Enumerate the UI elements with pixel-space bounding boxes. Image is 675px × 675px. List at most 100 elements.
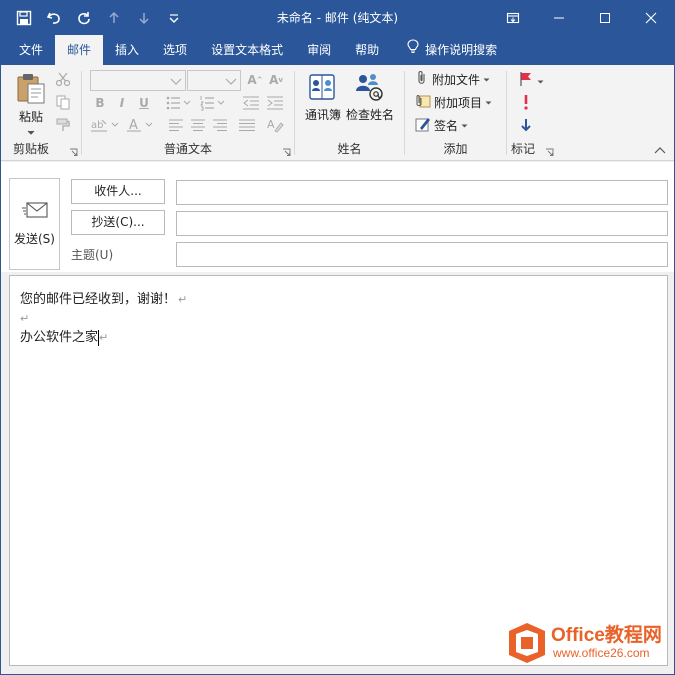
send-button[interactable]: 发送(S) bbox=[9, 178, 60, 270]
attach-file-button[interactable]: 附加文件 bbox=[415, 69, 490, 89]
check-names-icon bbox=[354, 71, 386, 106]
tell-me-search[interactable]: 操作说明搜索 bbox=[391, 35, 509, 65]
redo-icon[interactable] bbox=[71, 5, 97, 31]
check-names-label: 检查姓名 bbox=[345, 108, 394, 122]
decrease-indent-icon[interactable] bbox=[242, 95, 260, 114]
office-logo-icon bbox=[507, 622, 547, 667]
maximize-icon[interactable] bbox=[582, 1, 628, 35]
send-envelope-icon bbox=[21, 201, 48, 222]
justify-icon[interactable] bbox=[238, 118, 256, 135]
cut-icon[interactable] bbox=[55, 71, 71, 90]
follow-up-flag-button[interactable] bbox=[519, 71, 544, 90]
basic-text-launcher-icon[interactable] bbox=[282, 146, 291, 156]
attach-file-label: 附加文件 bbox=[432, 72, 481, 87]
highlight-icon[interactable]: ab bbox=[90, 117, 120, 136]
grow-font-icon[interactable]: A ^ bbox=[245, 70, 265, 90]
svg-text:ab: ab bbox=[91, 120, 103, 131]
bold-icon[interactable]: B bbox=[90, 93, 110, 113]
check-names-button[interactable]: 检查姓名 bbox=[345, 71, 395, 123]
align-left-icon[interactable] bbox=[168, 118, 184, 135]
align-center-icon[interactable] bbox=[190, 118, 206, 135]
tell-me-label: 操作说明搜索 bbox=[425, 43, 498, 57]
chevron-down-icon bbox=[225, 75, 237, 89]
tab-options[interactable]: 选项 bbox=[151, 35, 199, 65]
tab-help[interactable]: 帮助 bbox=[343, 35, 391, 65]
paste-dropdown-icon[interactable] bbox=[27, 125, 35, 139]
signature-button[interactable]: 签名 bbox=[415, 115, 468, 135]
chevron-down-icon bbox=[170, 75, 182, 89]
to-button[interactable]: 收件人... bbox=[71, 179, 165, 204]
subject-field[interactable] bbox=[176, 242, 668, 267]
italic-icon[interactable]: I bbox=[112, 93, 132, 113]
undo-icon[interactable] bbox=[41, 5, 67, 31]
chevron-down-icon bbox=[461, 118, 468, 132]
font-name-combobox[interactable] bbox=[90, 70, 186, 91]
chevron-down-icon bbox=[485, 95, 492, 109]
font-color-icon[interactable]: A bbox=[126, 117, 156, 136]
basic-text-group: A ^ Av B I U ab A A 普通文本 bbox=[82, 65, 294, 161]
attach-item-icon bbox=[415, 93, 431, 112]
to-field[interactable] bbox=[176, 180, 668, 205]
low-importance-icon[interactable] bbox=[520, 118, 532, 135]
include-group: 附加文件 附加项目 签名 添加 bbox=[405, 65, 506, 161]
up-arrow-icon[interactable] bbox=[101, 5, 127, 31]
shrink-font-icon[interactable]: Av bbox=[266, 70, 286, 90]
format-painter-icon[interactable] bbox=[55, 117, 71, 136]
tags-launcher-icon[interactable] bbox=[545, 146, 554, 156]
paragraph-mark-icon: ↵ bbox=[178, 293, 188, 306]
body-line: 您的邮件已经收到，谢谢！ ↵ bbox=[20, 290, 657, 309]
office26-watermark: Office教程网 www.office26.com bbox=[507, 618, 667, 668]
close-icon[interactable] bbox=[628, 1, 674, 35]
chevron-down-icon bbox=[483, 72, 490, 86]
paragraph-mark-icon: ↵ bbox=[20, 312, 30, 325]
tab-insert[interactable]: 插入 bbox=[103, 35, 151, 65]
paste-button[interactable]: 粘贴 bbox=[11, 71, 51, 139]
tab-review[interactable]: 审阅 bbox=[295, 35, 343, 65]
align-right-icon[interactable] bbox=[212, 118, 228, 135]
clipboard-launcher-icon[interactable] bbox=[69, 146, 78, 156]
title-bar: 未命名 - 邮件 (纯文本) bbox=[1, 1, 674, 35]
cc-field[interactable] bbox=[176, 211, 668, 236]
address-book-button[interactable]: 通讯簿 bbox=[303, 71, 343, 123]
send-label: 发送(S) bbox=[14, 232, 55, 246]
ribbon: 粘贴 剪贴板 A ^ A v B I U ab A A 普通文本 通讯簿 检查姓… bbox=[1, 65, 674, 161]
window-controls bbox=[490, 1, 674, 35]
tab-format-text[interactable]: 设置文本格式 bbox=[199, 35, 295, 65]
paste-label: 粘贴 bbox=[18, 110, 43, 124]
basic-text-group-label: 普通文本 bbox=[163, 142, 212, 156]
lightbulb-icon bbox=[407, 35, 419, 65]
body-line-text: 您的邮件已经收到，谢谢！ bbox=[20, 292, 177, 307]
tab-file[interactable]: 文件 bbox=[7, 35, 55, 65]
body-line-text: 办公软件之家 bbox=[20, 330, 99, 345]
message-body-editor[interactable]: 您的邮件已经收到，谢谢！ ↵ ↵ 办公软件之家↵ bbox=[9, 275, 668, 666]
down-arrow-icon[interactable] bbox=[131, 5, 157, 31]
numbering-icon[interactable] bbox=[200, 95, 226, 114]
underline-icon[interactable]: U bbox=[134, 93, 154, 113]
names-group-label: 姓名 bbox=[337, 142, 362, 156]
bullets-icon[interactable] bbox=[166, 95, 192, 114]
attach-item-label: 附加项目 bbox=[434, 95, 483, 110]
save-icon[interactable] bbox=[11, 5, 37, 31]
cc-button[interactable]: 抄送(C)... bbox=[71, 210, 165, 235]
body-line: 办公软件之家↵ bbox=[20, 328, 657, 347]
flag-icon bbox=[519, 71, 533, 90]
paperclip-icon bbox=[415, 70, 429, 89]
font-size-combobox[interactable] bbox=[187, 70, 241, 91]
names-group: 通讯簿 检查姓名 姓名 bbox=[295, 65, 404, 161]
copy-icon[interactable] bbox=[55, 94, 71, 113]
body-line: ↵ bbox=[20, 309, 657, 328]
customize-qat-icon[interactable] bbox=[161, 5, 187, 31]
minimize-icon[interactable] bbox=[536, 1, 582, 35]
increase-indent-icon[interactable] bbox=[266, 95, 284, 114]
chevron-down-icon bbox=[537, 74, 544, 88]
high-importance-icon[interactable] bbox=[522, 94, 530, 113]
message-header: 发送(S) 收件人... 抄送(C)... 主题(U) bbox=[1, 162, 674, 272]
signature-label: 签名 bbox=[434, 118, 459, 133]
tab-message[interactable]: 邮件 bbox=[55, 35, 104, 65]
collapse-ribbon-icon[interactable] bbox=[654, 143, 666, 157]
attach-item-button[interactable]: 附加项目 bbox=[415, 92, 492, 112]
subject-label: 主题(U) bbox=[71, 248, 114, 262]
ribbon-display-options-icon[interactable] bbox=[490, 1, 536, 35]
address-book-label: 通讯簿 bbox=[304, 108, 341, 122]
clear-formatting-icon[interactable]: A bbox=[266, 117, 284, 136]
